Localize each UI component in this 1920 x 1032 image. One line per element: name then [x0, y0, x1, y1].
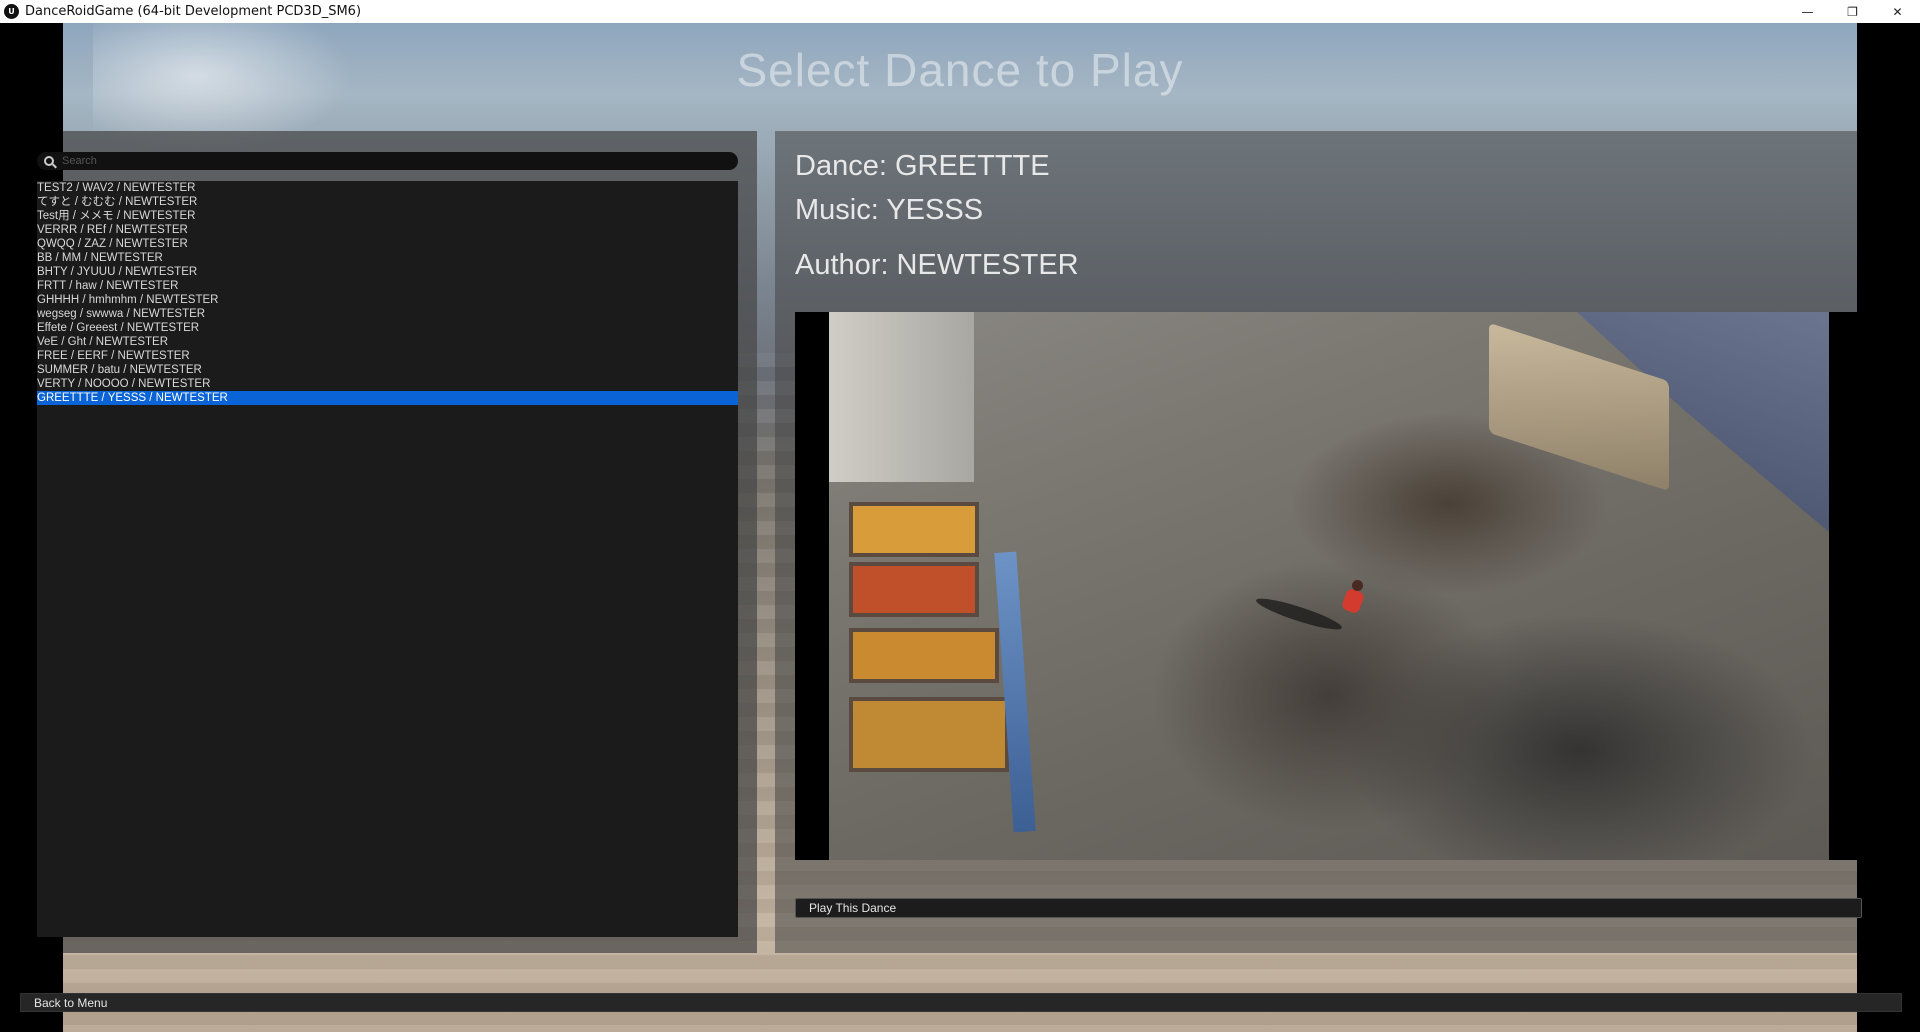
minimize-button[interactable]: — — [1785, 0, 1830, 23]
page-title: Select Dance to Play — [736, 44, 1184, 96]
search-input[interactable] — [62, 155, 722, 167]
dance-list-item[interactable]: GHHHH / hmhmhm / NEWTESTER — [37, 293, 738, 307]
scene-grate — [849, 697, 1009, 772]
dance-list-item[interactable]: FRTT / haw / NEWTESTER — [37, 279, 738, 293]
dance-list-item[interactable]: BB / MM / NEWTESTER — [37, 251, 738, 265]
search-icon — [44, 156, 54, 166]
dance-list-item[interactable]: FREE / EERF / NEWTESTER — [37, 349, 738, 363]
dance-list-item[interactable]: VeE / Ght / NEWTESTER — [37, 335, 738, 349]
scene-grate — [849, 502, 979, 557]
dancer-shadow — [1254, 593, 1344, 635]
author-name-label: Author: NEWTESTER — [795, 249, 1079, 281]
dance-preview-video — [795, 312, 1859, 860]
play-dance-button[interactable]: Play This Dance — [795, 898, 1862, 918]
unreal-logo-icon: U — [4, 4, 19, 19]
back-to-menu-button[interactable]: Back to Menu — [20, 993, 1902, 1012]
dance-list-item[interactable]: GREETTTE / YESSS / NEWTESTER — [37, 391, 738, 405]
dance-list-item[interactable]: wegseg / swwwa / NEWTESTER — [37, 307, 738, 321]
dance-list-item[interactable]: QWQQ / ZAZ / NEWTESTER — [37, 237, 738, 251]
dance-list-item[interactable]: VERRR / REf / NEWTESTER — [37, 223, 738, 237]
scene-grate — [849, 562, 979, 617]
dance-list-item[interactable]: VERTY / NOOOO / NEWTESTER — [37, 377, 738, 391]
dance-list-item[interactable]: SUMMER / batu / NEWTESTER — [37, 363, 738, 377]
dancer-head — [1352, 580, 1363, 591]
preview-scene — [829, 312, 1829, 860]
scene-water-strip — [994, 551, 1036, 833]
dance-list-item[interactable]: Test用 / メメモ / NEWTESTER — [37, 209, 738, 223]
dancer-body — [1340, 587, 1366, 615]
dance-list-item[interactable]: TEST2 / WAV2 / NEWTESTER — [37, 181, 738, 195]
dance-list[interactable]: TEST2 / WAV2 / NEWTESTER てすと / むむむ / NEWT… — [37, 181, 738, 937]
dance-list-item[interactable]: Effete / Greeest / NEWTESTER — [37, 321, 738, 335]
dancer-character — [1334, 580, 1370, 624]
scene-wall — [829, 312, 974, 482]
close-button[interactable]: ✕ — [1875, 0, 1920, 23]
dance-name-label: Dance: GREETTTE — [795, 150, 1050, 182]
scene-grate — [849, 628, 999, 683]
dance-list-item[interactable]: てすと / むむむ / NEWTESTER — [37, 195, 738, 209]
dance-list-item[interactable]: BHTY / JYUUU / NEWTESTER — [37, 265, 738, 279]
music-name-label: Music: YESSS — [795, 194, 984, 226]
window-titlebar: U DanceRoidGame (64-bit Development PCD3… — [0, 0, 1920, 23]
window-title: DanceRoidGame (64-bit Development PCD3D_… — [25, 4, 362, 19]
search-bar[interactable] — [37, 152, 738, 170]
restore-button[interactable]: ❐ — [1830, 0, 1875, 23]
window-controls: — ❐ ✕ — [1785, 0, 1920, 23]
